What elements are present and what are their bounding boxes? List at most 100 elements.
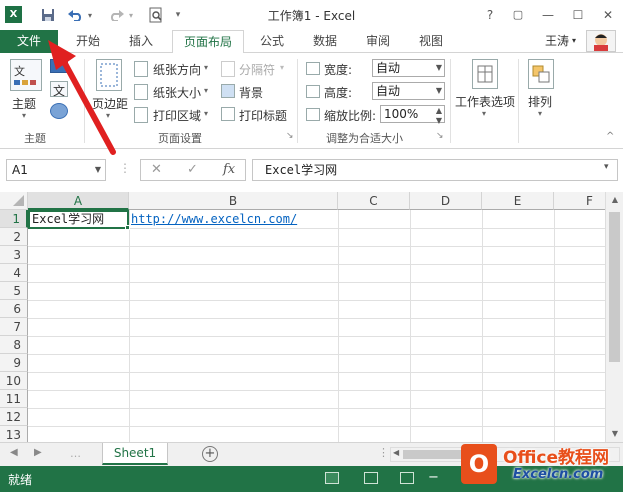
tab-data[interactable]: 数据 bbox=[303, 30, 347, 53]
tab-home[interactable]: 开始 bbox=[66, 30, 110, 53]
row-header[interactable]: 13 bbox=[0, 426, 28, 442]
vertical-scrollbar[interactable]: ▲ ▼ bbox=[605, 192, 623, 442]
name-box[interactable]: A1 ▼ bbox=[6, 159, 106, 181]
column-header[interactable]: E bbox=[482, 192, 554, 210]
help-icon[interactable]: ? bbox=[480, 6, 500, 24]
row-header[interactable]: 6 bbox=[0, 300, 28, 318]
margins-button[interactable]: 页边距 bbox=[92, 95, 128, 112]
height-select[interactable]: 自动 ▼ bbox=[372, 82, 445, 100]
row-header[interactable]: 9 bbox=[0, 354, 28, 372]
margins-icon[interactable] bbox=[96, 59, 122, 91]
column-header[interactable]: C bbox=[338, 192, 410, 210]
tab-insert[interactable]: 插入 bbox=[119, 30, 163, 53]
normal-view-icon[interactable] bbox=[325, 472, 339, 484]
confirm-entry-icon[interactable]: ✓ bbox=[187, 162, 198, 177]
worksheet-grid[interactable]: A B C D E F 1 2 3 4 5 6 7 8 9 10 11 12 1… bbox=[0, 192, 605, 442]
scroll-split-grip-icon[interactable]: ⋮ bbox=[378, 446, 389, 459]
print-area-button[interactable]: 打印区域 bbox=[153, 107, 201, 124]
page-break-view-icon[interactable] bbox=[400, 472, 414, 484]
minimize-icon[interactable]: — bbox=[538, 6, 558, 24]
row-header[interactable]: 5 bbox=[0, 282, 28, 300]
cancel-entry-icon[interactable]: ✕ bbox=[151, 162, 162, 177]
row-header[interactable]: 8 bbox=[0, 336, 28, 354]
scroll-left-icon[interactable]: ◀ bbox=[393, 448, 399, 457]
background-icon[interactable] bbox=[221, 84, 235, 98]
scale-dialog-launcher-icon[interactable]: ↘ bbox=[436, 131, 444, 141]
cell-b1-hyperlink[interactable]: http://www.excelcn.com/ bbox=[131, 210, 297, 228]
sheet-next-icon[interactable]: ▶ bbox=[34, 447, 42, 458]
theme-effects-icon[interactable] bbox=[50, 103, 68, 119]
orientation-dropdown-icon[interactable]: ▾ bbox=[204, 63, 208, 72]
column-header[interactable]: A bbox=[28, 192, 129, 210]
formula-bar-grip-icon[interactable]: ⋮ bbox=[119, 161, 131, 175]
select-all-button[interactable] bbox=[0, 192, 28, 210]
formula-input[interactable]: Excel学习网 bbox=[252, 159, 618, 181]
row-header[interactable]: 7 bbox=[0, 318, 28, 336]
breaks-button[interactable]: 分隔符 bbox=[239, 61, 275, 78]
theme-colors-icon[interactable] bbox=[50, 59, 68, 73]
print-area-dropdown-icon[interactable]: ▾ bbox=[204, 109, 208, 118]
tab-page-layout[interactable]: 页面布局 bbox=[172, 30, 244, 54]
tab-formulas[interactable]: 公式 bbox=[250, 30, 294, 53]
arrange-button[interactable]: 排列 bbox=[528, 93, 552, 110]
page-layout-view-icon[interactable] bbox=[364, 472, 378, 484]
scale-spinner[interactable]: 100% ▲ ▼ bbox=[380, 105, 445, 125]
print-area-icon[interactable] bbox=[134, 107, 148, 123]
tab-view[interactable]: 视图 bbox=[409, 30, 453, 53]
width-select[interactable]: 自动 ▼ bbox=[372, 59, 445, 77]
maximize-icon[interactable]: ☐ bbox=[568, 6, 588, 24]
expand-formula-bar-icon[interactable]: ▾ bbox=[604, 162, 609, 172]
row-header[interactable]: 10 bbox=[0, 372, 28, 390]
orientation-icon[interactable] bbox=[134, 61, 148, 77]
sheet-options-icon[interactable] bbox=[472, 59, 498, 89]
theme-fonts-icon[interactable]: 文 bbox=[50, 81, 68, 98]
user-name[interactable]: 王涛 bbox=[545, 30, 569, 53]
spin-down-icon[interactable]: ▼ bbox=[436, 113, 442, 129]
scroll-up-icon[interactable]: ▲ bbox=[606, 195, 623, 204]
size-dropdown-icon[interactable]: ▾ bbox=[204, 86, 208, 95]
row-header[interactable]: 2 bbox=[0, 228, 28, 246]
close-icon[interactable]: ✕ bbox=[598, 6, 618, 24]
row-header[interactable]: 3 bbox=[0, 246, 28, 264]
ribbon-display-options-icon[interactable]: ▢ bbox=[508, 6, 528, 24]
themes-button[interactable]: 主题 bbox=[12, 95, 36, 112]
column-header[interactable]: F bbox=[554, 192, 605, 210]
size-icon[interactable] bbox=[134, 84, 148, 100]
themes-dropdown-icon[interactable]: ▾ bbox=[22, 111, 26, 120]
avatar[interactable] bbox=[586, 30, 616, 52]
zoom-out-icon[interactable]: − bbox=[428, 470, 439, 485]
row-header[interactable]: 1 bbox=[0, 210, 28, 228]
margins-dropdown-icon[interactable]: ▾ bbox=[106, 111, 110, 120]
arrange-icon[interactable] bbox=[528, 59, 554, 89]
collapse-ribbon-icon[interactable]: ^ bbox=[606, 131, 614, 142]
column-header[interactable]: B bbox=[129, 192, 338, 210]
fill-handle[interactable] bbox=[125, 225, 130, 230]
add-sheet-icon[interactable]: + bbox=[202, 446, 218, 462]
print-titles-button[interactable]: 打印标题 bbox=[239, 107, 287, 124]
insert-function-icon[interactable]: fx bbox=[223, 162, 235, 177]
scroll-down-icon[interactable]: ▼ bbox=[606, 429, 623, 438]
orientation-button[interactable]: 纸张方向 bbox=[153, 61, 201, 78]
tab-review[interactable]: 审阅 bbox=[356, 30, 400, 53]
breaks-dropdown-icon[interactable]: ▾ bbox=[280, 63, 284, 72]
row-header[interactable]: 12 bbox=[0, 408, 28, 426]
row-header[interactable]: 4 bbox=[0, 264, 28, 282]
size-button[interactable]: 纸张大小 bbox=[153, 84, 201, 101]
breaks-icon[interactable] bbox=[221, 61, 235, 77]
page-setup-dialog-launcher-icon[interactable]: ↘ bbox=[286, 131, 294, 141]
tab-file[interactable]: 文件 bbox=[0, 30, 58, 53]
vertical-scroll-thumb[interactable] bbox=[609, 212, 620, 362]
sheet-prev-icon[interactable]: ◀ bbox=[10, 447, 18, 458]
column-header[interactable]: D bbox=[410, 192, 482, 210]
print-titles-icon[interactable] bbox=[221, 107, 235, 121]
background-button[interactable]: 背景 bbox=[239, 84, 263, 101]
user-dropdown-icon[interactable]: ▾ bbox=[572, 30, 576, 53]
arrange-dropdown-icon[interactable]: ▾ bbox=[538, 109, 542, 118]
chevron-down-icon[interactable]: ▼ bbox=[95, 160, 101, 180]
sheet-tab-sheet1[interactable]: Sheet1 bbox=[102, 443, 168, 465]
row-header[interactable]: 11 bbox=[0, 390, 28, 408]
themes-icon[interactable]: 文 bbox=[10, 59, 42, 91]
sheet-options-dropdown-icon[interactable]: ▾ bbox=[482, 109, 486, 118]
sheet-options-button[interactable]: 工作表选项 bbox=[455, 93, 515, 110]
tab-split-grip-icon[interactable]: … bbox=[70, 447, 81, 460]
